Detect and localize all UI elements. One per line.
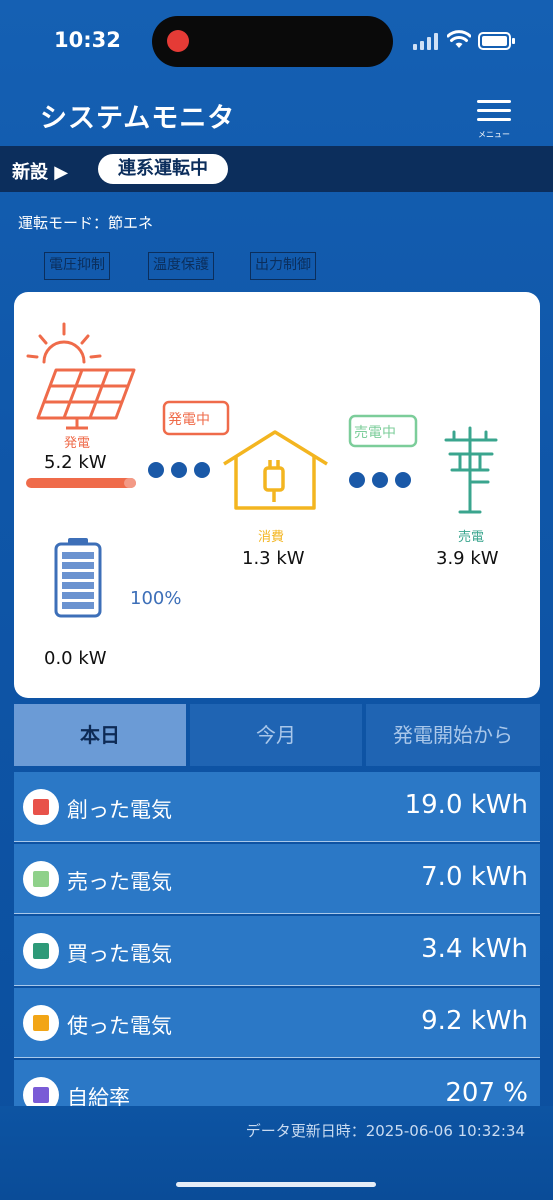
stat-label: 売った電気 xyxy=(67,870,172,894)
generation-label: 発電 xyxy=(64,436,91,451)
stat-swatch xyxy=(33,871,49,887)
page-title: システムモニタ xyxy=(40,103,236,134)
status-badge: 連系運転中 xyxy=(98,154,228,184)
utility-pole-icon xyxy=(444,426,498,514)
stat-value: 7.0 kWh xyxy=(421,862,528,892)
generation-bar xyxy=(26,478,136,488)
stat-value: 9.2 kWh xyxy=(421,1006,528,1036)
battery-value: 0.0 kW xyxy=(44,648,107,669)
stat-label: 買った電気 xyxy=(67,942,172,966)
stat-row-used: 使った電気 9.2 kWh xyxy=(14,988,540,1058)
menu-label: メニュー xyxy=(478,130,510,139)
flow-dots-left xyxy=(148,462,210,478)
sell-value: 3.9 kW xyxy=(436,548,499,569)
operation-mode: 運転モード：節エネ xyxy=(18,214,154,232)
solar-panel-icon xyxy=(36,368,136,430)
last-updated: データ更新日時：2025-06-06 10:32:34 xyxy=(245,1122,525,1140)
wifi-icon xyxy=(447,30,471,48)
sun-icon xyxy=(26,322,102,364)
stat-swatch xyxy=(33,1087,49,1103)
stat-value: 19.0 kWh xyxy=(404,790,528,820)
tab-since-start[interactable]: 発電開始から xyxy=(366,704,540,766)
home-indicator[interactable] xyxy=(176,1182,376,1187)
stat-label: 自給率 xyxy=(67,1086,130,1106)
recording-indicator-icon xyxy=(167,30,189,52)
status-prefix: 新設 ▶ xyxy=(12,162,69,183)
tag-voltage-suppression: 電圧抑制 xyxy=(44,252,110,280)
status-time: 10:32 xyxy=(54,28,121,52)
signal-icon xyxy=(413,33,438,50)
stat-swatch xyxy=(33,1015,49,1031)
stat-swatch xyxy=(33,799,49,815)
storage-battery-icon xyxy=(54,538,102,618)
selling-badge-label: 売電中 xyxy=(354,425,396,441)
stats-list[interactable]: 創った電気 19.0 kWh 売った電気 7.0 kWh 買った電気 3.4 k… xyxy=(14,772,540,1106)
stat-value: 207 % xyxy=(445,1078,528,1106)
tag-output-control: 出力制御 xyxy=(250,252,316,280)
stat-row-sold: 売った電気 7.0 kWh xyxy=(14,844,540,914)
stat-label: 使った電気 xyxy=(67,1014,172,1038)
dynamic-island xyxy=(152,16,393,67)
stat-row-generated: 創った電気 19.0 kWh xyxy=(14,772,540,842)
operation-status-bar: 新設 ▶ 連系運転中 xyxy=(0,146,553,192)
flow-dots-right xyxy=(349,472,411,488)
battery-status-icon xyxy=(478,32,515,50)
battery-level: 100% xyxy=(130,588,182,609)
generation-value: 5.2 kW xyxy=(44,452,107,473)
energy-flow-card: 発電 5.2 kW 発電中 消費 1.3 kW 売電中 売電 3.9 kW 10… xyxy=(14,292,540,698)
tab-this-month[interactable]: 今月 xyxy=(190,704,362,766)
sell-label: 売電 xyxy=(458,530,485,545)
hamburger-icon xyxy=(477,100,511,103)
consumption-label: 消費 xyxy=(258,530,285,545)
consumption-value: 1.3 kW xyxy=(242,548,305,569)
menu-button[interactable]: メニュー xyxy=(472,96,518,142)
tab-today[interactable]: 本日 xyxy=(14,704,186,766)
stat-row-bought: 買った電気 3.4 kWh xyxy=(14,916,540,986)
tag-temperature-protection: 温度保護 xyxy=(148,252,214,280)
stat-value: 3.4 kWh xyxy=(421,934,528,964)
status-bar: 10:32 xyxy=(0,0,553,84)
house-icon xyxy=(223,430,328,510)
stat-label: 創った電気 xyxy=(67,798,172,822)
stat-swatch xyxy=(33,943,49,959)
stat-row-self-sufficiency: 自給率 207 % xyxy=(14,1060,540,1106)
generating-badge-label: 発電中 xyxy=(168,412,210,428)
